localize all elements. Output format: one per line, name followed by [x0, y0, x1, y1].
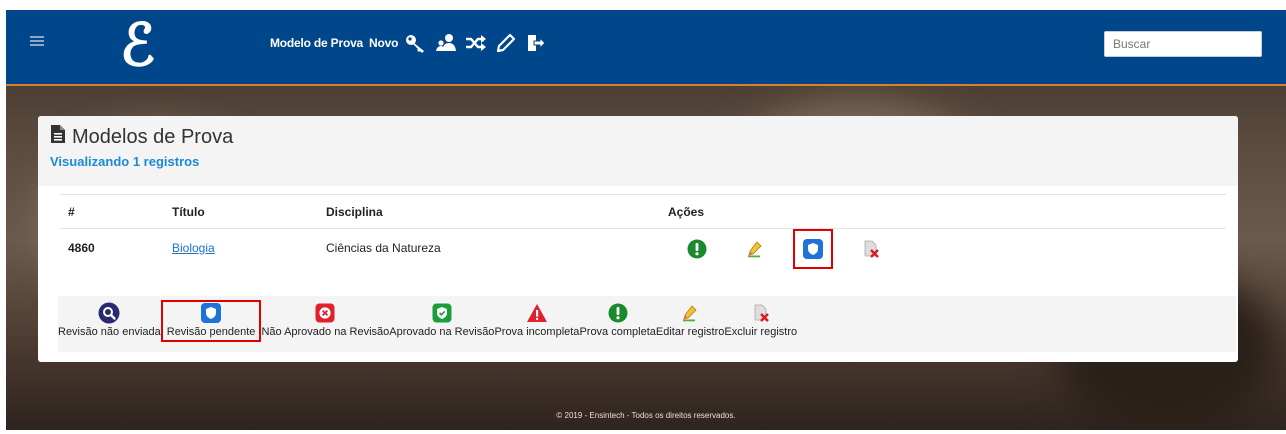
legend-label: Não Aprovado na Revisão	[261, 326, 390, 338]
hamburger-menu-icon[interactable]	[30, 36, 44, 46]
cell-titulo: Biologia	[172, 229, 326, 281]
column-header-id: #	[60, 194, 172, 229]
page-title: Modelos de Prova	[50, 124, 1238, 150]
shield-pending-icon[interactable]	[793, 229, 833, 269]
search-input[interactable]	[1104, 31, 1262, 57]
top-navbar: ℰ Modelo de Prova Novo	[6, 10, 1286, 86]
table-row: 4860 Biologia Ciências da Natureza	[60, 229, 1226, 281]
nav-link-novo[interactable]: Novo	[369, 36, 398, 50]
legend-item-aprovado: Aprovado na Revisão	[389, 302, 494, 338]
main-panel: Modelos de Prova Visualizando 1 registro…	[38, 116, 1238, 362]
delete-file-icon	[752, 302, 770, 324]
legend-item-prova-incompleta: Prova incompleta	[494, 302, 579, 338]
app-frame: ℰ Modelo de Prova Novo Buscar Modelos de…	[6, 10, 1286, 430]
cell-acoes	[668, 229, 1226, 281]
legend-item-editar-registro: Editar registro	[656, 302, 724, 338]
delete-file-icon[interactable]	[842, 229, 900, 269]
legend-label: Excluir registro	[724, 326, 798, 338]
search-icon	[98, 302, 120, 324]
legend-label: Prova completa	[579, 326, 656, 338]
status-legend: Revisão não enviada Revisão pendente Não…	[58, 296, 1236, 352]
legend-item-nao-aprovado: Não Aprovado na Revisão	[261, 302, 389, 338]
titulo-link[interactable]: Biologia	[172, 241, 215, 255]
warning-icon	[526, 302, 548, 324]
legend-item-excluir-registro: Excluir registro	[724, 302, 797, 338]
cell-id: 4860	[68, 241, 95, 255]
legend-label: Revisão pendente	[166, 326, 256, 338]
edit-pencil-icon	[681, 302, 699, 324]
document-icon	[50, 124, 66, 150]
exclamation-circle-icon	[608, 302, 628, 324]
table-header-row: # Título Disciplina Ações	[60, 194, 1226, 229]
legend-item-prova-completa: Prova completa	[579, 302, 656, 338]
column-header-disciplina: Disciplina	[326, 194, 668, 229]
shuffle-icon[interactable]	[464, 32, 488, 54]
shield-icon	[200, 302, 222, 324]
app-logo[interactable]: ℰ	[120, 14, 155, 76]
nav-links: Modelo de Prova Novo	[270, 32, 548, 54]
cell-disciplina: Ciências da Natureza	[326, 241, 441, 255]
check-square-icon	[432, 302, 452, 324]
key-icon[interactable]	[404, 32, 428, 54]
column-header-titulo: Título	[172, 194, 326, 229]
pencil-icon[interactable]	[494, 32, 518, 54]
legend-label: Editar registro	[655, 326, 725, 338]
exclamation-circle-icon[interactable]	[668, 229, 726, 269]
users-icon[interactable]	[434, 32, 458, 54]
panel-header: Modelos de Prova Visualizando 1 registro…	[38, 116, 1238, 186]
footer-copyright: © 2019 - Ensintech - Todos os direitos r…	[556, 411, 736, 420]
records-count: Visualizando 1 registros	[50, 154, 200, 169]
legend-label: Revisão não enviada	[58, 326, 161, 338]
x-square-icon	[315, 302, 335, 324]
legend-label: Aprovado na Revisão	[389, 326, 495, 338]
legend-item-revisao-pendente: Revisão pendente	[160, 300, 262, 342]
records-table: # Título Disciplina Ações 4860 Biologia …	[60, 194, 1226, 281]
page-title-text: Modelos de Prova	[72, 125, 234, 148]
sign-out-icon[interactable]	[524, 32, 548, 54]
row-actions	[668, 229, 1226, 269]
nav-link-modelo-de-prova[interactable]: Modelo de Prova	[270, 36, 363, 50]
legend-label: Prova incompleta	[494, 326, 580, 338]
column-header-acoes: Ações	[668, 194, 1226, 229]
legend-item-revisao-nao-enviada: Revisão não enviada	[58, 302, 161, 338]
edit-pencil-icon[interactable]	[726, 229, 784, 269]
